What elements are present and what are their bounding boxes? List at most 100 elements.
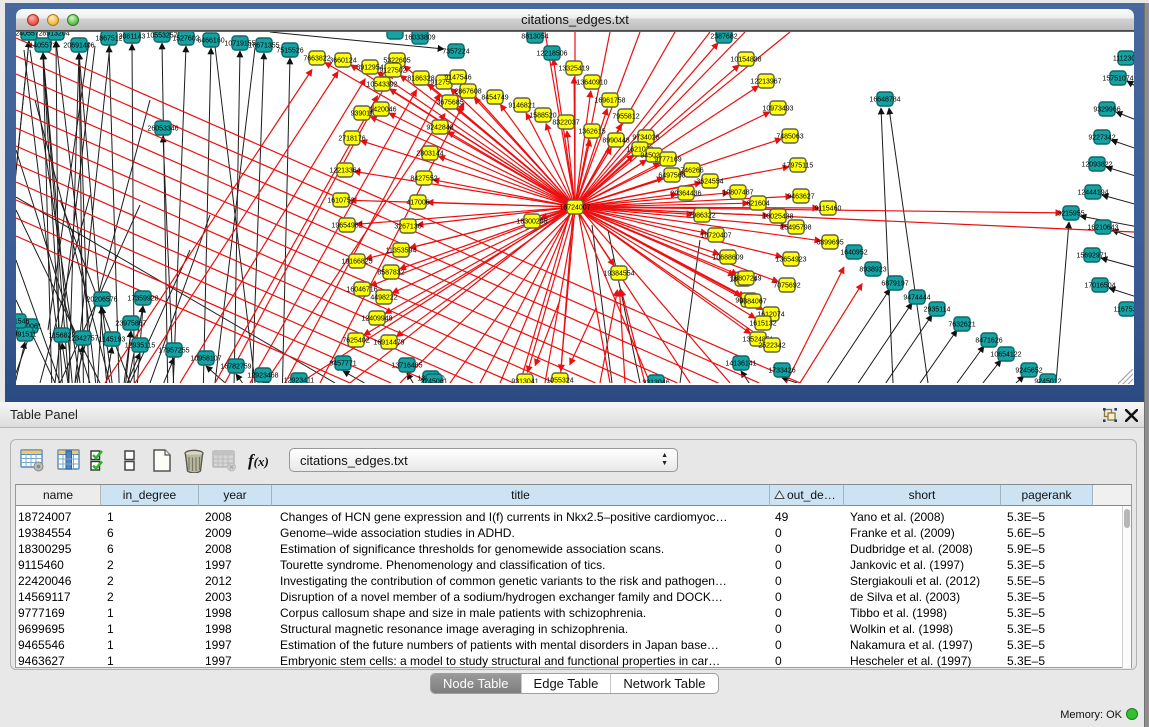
svg-text:1112304: 1112304	[1113, 55, 1134, 62]
svg-text:7625402: 7625402	[342, 337, 369, 344]
svg-text:9463627: 9463627	[787, 193, 814, 200]
svg-text:9245061: 9245061	[420, 378, 447, 383]
svg-text:4498222: 4498222	[370, 294, 397, 301]
svg-text:2803144: 2803144	[416, 150, 443, 157]
svg-text:1733426: 1733426	[768, 367, 795, 374]
svg-text:18807249: 18807249	[730, 275, 761, 282]
svg-text:17359928: 17359928	[127, 295, 158, 302]
svg-text:10543392: 10543392	[366, 81, 397, 88]
svg-text:7515526: 7515526	[276, 47, 303, 54]
svg-text:7357224: 7357224	[442, 48, 469, 55]
svg-text:10958107: 10958107	[190, 355, 221, 362]
svg-text:13325419: 13325419	[558, 65, 589, 72]
svg-text:3267130: 3267130	[394, 223, 421, 230]
svg-text:13716485: 13716485	[391, 362, 422, 369]
svg-text:2405572: 2405572	[16, 32, 43, 37]
svg-text:939011: 939011	[351, 110, 374, 117]
svg-text:9245652: 9245652	[1015, 367, 1042, 374]
svg-text:6497568: 6497568	[658, 172, 685, 179]
svg-text:16033809: 16033809	[404, 34, 435, 41]
svg-text:12923468: 12923468	[247, 372, 278, 379]
svg-text:9245012: 9245012	[1034, 378, 1061, 383]
svg-text:20364436: 20364436	[670, 190, 701, 197]
svg-text:9127502: 9127502	[379, 67, 406, 74]
svg-text:13654923: 13654923	[775, 256, 806, 263]
svg-text:17016504: 17016504	[1084, 282, 1115, 289]
svg-text:2718176: 2718176	[338, 135, 365, 142]
svg-text:9313041: 9313041	[511, 378, 538, 383]
svg-text:9313046: 9313046	[642, 379, 669, 383]
svg-text:16210643: 16210643	[1087, 224, 1118, 231]
svg-text:18724007: 18724007	[559, 204, 590, 211]
svg-text:8454749: 8454749	[481, 94, 508, 101]
svg-text:1640952: 1640952	[840, 249, 867, 256]
svg-text:9115460: 9115460	[815, 205, 842, 212]
svg-text:10654122: 10654122	[990, 351, 1021, 358]
svg-text:2522342: 2522342	[758, 342, 785, 349]
svg-text:3660124: 3660124	[329, 57, 356, 64]
svg-text:9227342: 9227342	[1088, 134, 1115, 141]
svg-text:17975115: 17975115	[783, 162, 814, 169]
svg-text:15692971: 15692971	[1076, 252, 1107, 259]
svg-text:9242848: 9242848	[426, 124, 453, 131]
svg-text:8913204: 8913204	[42, 32, 69, 37]
svg-text:2387682: 2387682	[710, 33, 737, 40]
svg-text:20206576: 20206576	[86, 296, 117, 303]
svg-text:3624554: 3624554	[696, 178, 723, 185]
svg-text:16648784: 16648784	[869, 96, 900, 103]
svg-text:6466160: 6466160	[197, 37, 224, 44]
svg-text:10973493: 10973493	[762, 105, 793, 112]
svg-text:6879197: 6879197	[881, 280, 908, 287]
svg-text:1588520: 1588520	[529, 112, 556, 119]
svg-text:9777169: 9777169	[654, 156, 681, 163]
svg-text:11353594: 11353594	[386, 247, 417, 254]
svg-text:1527602: 1527602	[172, 35, 199, 42]
svg-text:8587832: 8587832	[377, 269, 404, 276]
svg-text:1362615: 1362615	[578, 128, 605, 135]
svg-text:9457771: 9457771	[329, 360, 356, 367]
svg-text:9147546: 9147546	[444, 74, 471, 81]
svg-text:12218506: 12218506	[536, 50, 567, 57]
svg-text:23975867: 23975867	[115, 320, 146, 327]
svg-text:16914479: 16914479	[373, 339, 404, 346]
svg-text:16782759: 16782759	[220, 363, 251, 370]
svg-text:12444194: 12444194	[1077, 189, 1108, 196]
svg-text:14136141: 14136141	[725, 360, 756, 367]
svg-text:12093822: 12093822	[1081, 161, 1112, 168]
svg-text:10154838: 10154838	[730, 56, 761, 63]
svg-text:9384067: 9384067	[739, 298, 766, 305]
svg-text:1145193: 1145193	[99, 336, 126, 343]
svg-text:17957255: 17957255	[158, 347, 189, 354]
svg-text:3675685: 3675685	[436, 99, 463, 106]
svg-text:417006: 417006	[406, 199, 429, 206]
svg-text:1610752: 1610752	[327, 197, 354, 204]
svg-text:3215955: 3215955	[1057, 210, 1084, 217]
svg-text:9146821: 9146821	[508, 102, 535, 109]
svg-text:9734028: 9734028	[632, 134, 659, 141]
svg-text:12923411: 12923411	[284, 377, 315, 383]
svg-text:2935114: 2935114	[924, 306, 951, 313]
svg-text:12935115: 12935115	[125, 342, 156, 349]
svg-text:26053346: 26053346	[147, 125, 178, 132]
svg-text:1405572: 1405572	[29, 42, 56, 49]
svg-text:7663822: 7663822	[303, 55, 330, 62]
svg-text:10688609: 10688609	[712, 254, 743, 261]
svg-text:8813054: 8813054	[521, 33, 548, 40]
svg-text:1055324: 1055324	[546, 377, 573, 383]
svg-text:8322037: 8322037	[552, 119, 579, 126]
svg-text:12409948: 12409948	[361, 315, 392, 322]
svg-text:16671355: 16671355	[248, 42, 279, 49]
svg-text:621604: 621604	[746, 200, 769, 207]
svg-text:19654982: 19654982	[331, 222, 362, 229]
svg-text:16046716: 16046716	[346, 286, 377, 293]
svg-text:9474444: 9474444	[903, 294, 930, 301]
svg-text:9329966: 9329966	[1093, 106, 1120, 113]
svg-text:2081143: 2081143	[119, 33, 146, 40]
svg-text:7986322: 7986322	[688, 212, 715, 219]
svg-text:10025438: 10025438	[762, 213, 793, 220]
svg-text:8990448: 8990448	[602, 137, 629, 144]
svg-text:19384554: 19384554	[603, 270, 634, 277]
svg-text:13640910: 13640910	[576, 79, 607, 86]
svg-text:12213364: 12213364	[329, 167, 360, 174]
svg-text:1167534: 1167534	[1114, 306, 1134, 313]
